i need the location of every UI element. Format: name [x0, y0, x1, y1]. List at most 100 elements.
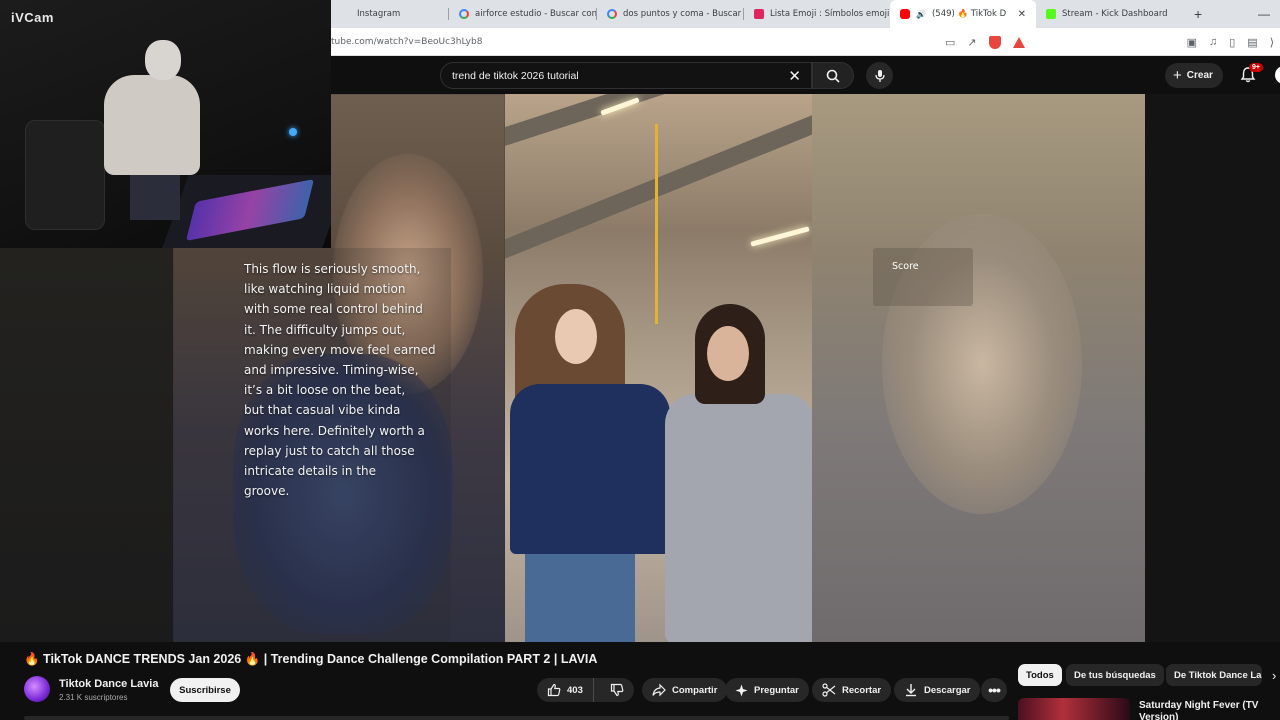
download-button[interactable]: Descargar: [894, 678, 981, 702]
notifications-badge: 9+: [1249, 63, 1263, 72]
address-bar: tube.com/watch?v=BeoUc3hLyb8 ▭ ↗ ▣ ♫ ▯ ▤…: [331, 28, 1280, 56]
subscribe-button[interactable]: Suscribirse: [170, 678, 240, 702]
sidebar-icon[interactable]: ▯: [1229, 36, 1235, 49]
wallet-icon[interactable]: ▤: [1247, 36, 1257, 49]
youtube-favicon-icon: [900, 9, 910, 19]
create-button[interactable]: + Crear: [1165, 63, 1223, 88]
like-dislike-group: 403: [537, 678, 634, 702]
webcam-overlay: iVCam: [0, 0, 331, 248]
chip-from-channel[interactable]: De Tiktok Dance La: [1166, 664, 1262, 686]
description-box-edge: [24, 716, 1009, 720]
download-label: Descargar: [924, 684, 971, 696]
more-horizontal-icon: •••: [988, 682, 1001, 698]
search-button[interactable]: [812, 62, 854, 89]
face: [707, 326, 749, 381]
search-query: trend de tiktok 2026 tutorial: [452, 69, 579, 82]
video-frame-blurred-right: [812, 94, 1145, 642]
ceiling-light: [750, 226, 810, 247]
google-favicon-icon: [607, 9, 617, 19]
tab-label: dos puntos y coma - Buscar co: [623, 9, 744, 19]
new-tab-button[interactable]: +: [1186, 6, 1210, 22]
instagram-favicon-icon: [341, 9, 351, 19]
plus-icon: +: [1173, 67, 1182, 84]
player-background-right: [1145, 94, 1280, 642]
download-icon: [906, 684, 916, 697]
tab-kick[interactable]: Stream - Kick Dashboard: [1036, 0, 1186, 28]
clear-search-icon[interactable]: ✕: [788, 67, 801, 85]
tab-label: Instagram: [357, 9, 401, 19]
audio-playing-icon: 🔊: [916, 9, 926, 19]
like-count: 403: [567, 684, 583, 696]
score-panel: [873, 248, 973, 306]
microphone-icon: [874, 69, 885, 82]
share-page-icon[interactable]: ↗: [967, 36, 976, 49]
streamer-head: [145, 40, 181, 80]
tab-label: (549) 🔥 TikTok DANCE: [931, 9, 1006, 19]
share-button[interactable]: Compartir: [642, 678, 728, 702]
clip-button[interactable]: Recortar: [812, 678, 892, 702]
search-icon: [826, 69, 840, 83]
install-app-icon[interactable]: ▭: [945, 36, 955, 49]
tab-dos-puntos[interactable]: dos puntos y coma - Buscar co: [597, 0, 744, 28]
recommendation-thumbnail[interactable]: [1018, 698, 1130, 720]
extensions-icon[interactable]: ⟩: [1270, 36, 1274, 49]
sweatshirt: [510, 384, 670, 554]
ai-comment-text: This flow is seriously smooth, like watc…: [244, 262, 436, 499]
chip-from-searches[interactable]: De tus búsquedas: [1066, 664, 1164, 686]
media-controls-icon[interactable]: ♫: [1209, 36, 1217, 48]
url-field[interactable]: tube.com/watch?v=BeoUc3hLyb8: [331, 37, 482, 47]
kick-favicon-icon: [1046, 9, 1056, 19]
tab-airforce[interactable]: airforce estudio - Buscar con G: [449, 0, 597, 28]
share-label: Compartir: [672, 684, 718, 696]
chips-next-icon[interactable]: ›: [1272, 668, 1276, 683]
chip-all[interactable]: Todos: [1018, 664, 1062, 686]
account-avatar[interactable]: [1275, 66, 1280, 84]
window-controls: —: [1258, 0, 1280, 28]
jeans: [525, 554, 635, 642]
like-button[interactable]: 403: [537, 678, 594, 702]
more-actions-button[interactable]: •••: [981, 678, 1007, 702]
chair: [25, 120, 105, 230]
screenshot-icon[interactable]: ▣: [1187, 36, 1197, 49]
tab-instagram[interactable]: Instagram: [331, 0, 449, 28]
subscriber-count: 2.31 K suscriptores: [59, 693, 128, 702]
video-title: 🔥 TikTok DANCE TRENDS Jan 2026 🔥 | Trend…: [24, 652, 598, 666]
tab-label: airforce estudio - Buscar con G: [475, 9, 597, 19]
search-input[interactable]: trend de tiktok 2026 tutorial ✕: [440, 62, 812, 89]
brave-shield-icon[interactable]: [988, 35, 1001, 49]
dislike-button[interactable]: [600, 678, 634, 702]
score-label: Score: [892, 261, 919, 272]
tab-label: Lista Emoji : Símbolos emoji n: [770, 9, 890, 19]
tab-label: Stream - Kick Dashboard: [1062, 9, 1168, 19]
video-frame-dancers: [505, 94, 812, 642]
emoji-site-favicon-icon: [754, 9, 764, 19]
ask-label: Preguntar: [754, 684, 799, 696]
dancer-left: [505, 284, 675, 642]
streamer-body: [104, 75, 200, 175]
streamer-legs: [130, 170, 180, 220]
ask-button[interactable]: Preguntar: [725, 678, 809, 702]
scissors-icon: [822, 683, 836, 697]
player-background-left: [0, 248, 173, 642]
clip-label: Recortar: [842, 684, 882, 696]
brave-rewards-icon[interactable]: [1012, 36, 1025, 48]
voice-search-button[interactable]: [866, 62, 893, 89]
face: [555, 309, 597, 364]
video-info: 🔥 TikTok DANCE TRENDS Jan 2026 🔥 | Trend…: [0, 642, 1280, 720]
create-label: Crear: [1186, 70, 1213, 81]
minimize-icon[interactable]: —: [1258, 7, 1270, 21]
toolbar-icons: ▣ ♫ ▯ ▤ ⟩: [1187, 28, 1274, 56]
close-tab-icon[interactable]: ✕: [1018, 9, 1026, 20]
channel-name[interactable]: Tiktok Dance Lavia: [59, 678, 158, 690]
webcam-label: iVCam: [11, 10, 54, 25]
tab-youtube-active[interactable]: 🔊 (549) 🔥 TikTok DANCE ✕: [890, 0, 1036, 28]
dancer-right: [655, 304, 812, 642]
thumbs-up-icon: [547, 683, 561, 697]
screen: Instagram airforce estudio - Buscar con …: [0, 0, 1280, 720]
tab-emoji-list[interactable]: Lista Emoji : Símbolos emoji n: [744, 0, 890, 28]
browser-tab-strip: Instagram airforce estudio - Buscar con …: [331, 0, 1280, 28]
youtube-header: trend de tiktok 2026 tutorial ✕ + Crear …: [331, 56, 1280, 94]
recommendation-title[interactable]: Saturday Night Fever (TV Version): [1139, 700, 1269, 720]
tracksuit: [665, 394, 812, 642]
channel-avatar[interactable]: [24, 676, 50, 702]
